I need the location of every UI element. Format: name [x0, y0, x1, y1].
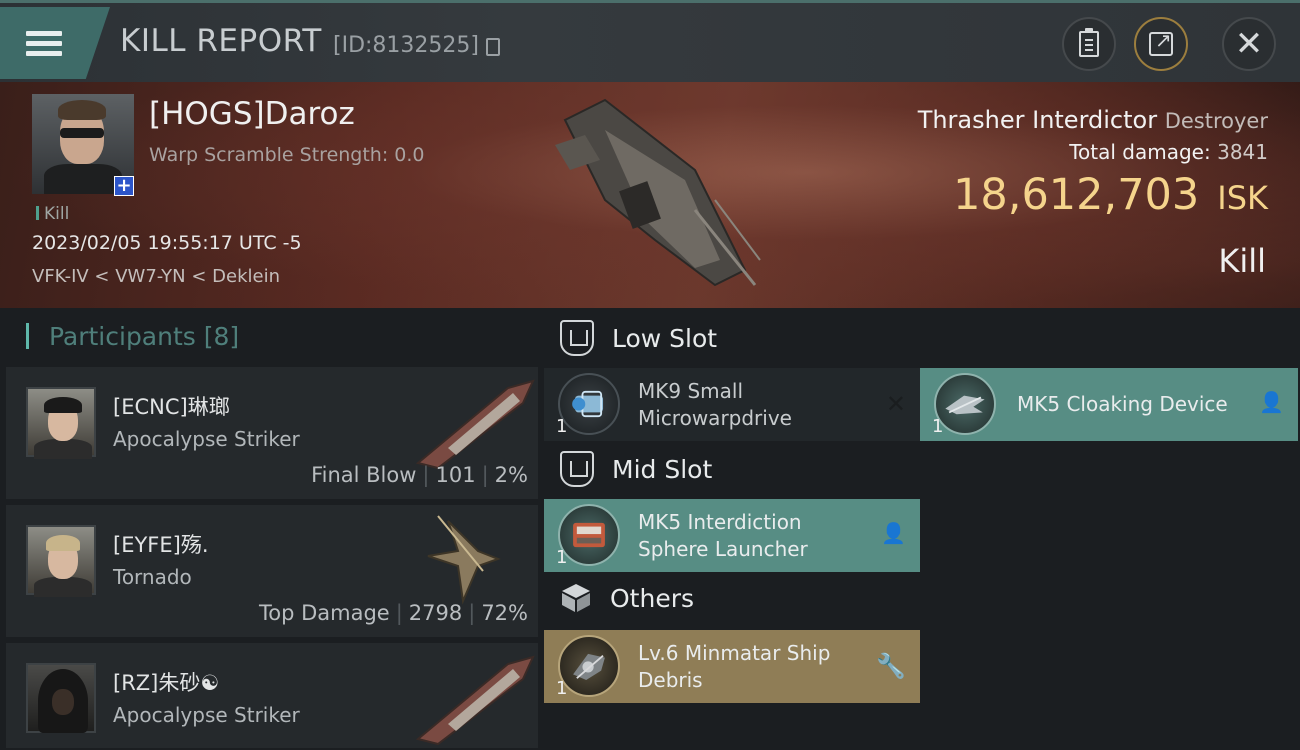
participant-row[interactable]: [EYFE]殇. Tornado Top Damage | 2798 | 72% [6, 505, 538, 639]
avatar [26, 663, 96, 733]
participant-name: [EYFE]殇. [113, 533, 209, 557]
participants-count: [8] [203, 322, 240, 351]
add-contact-icon[interactable]: + [114, 176, 134, 196]
participants-label: Participants [48, 322, 196, 351]
share-button[interactable] [1134, 17, 1188, 71]
warp-scramble-strength: Warp Scramble Strength: 0.0 [149, 144, 425, 166]
module-quantity: 1 [556, 678, 568, 699]
clipboard-icon [1079, 28, 1099, 57]
victim-ship-name[interactable]: Thrasher Interdictor Destroyer [918, 106, 1268, 134]
module-item[interactable]: 1 MK5 Cloaking Device 👤 [920, 368, 1298, 441]
close-icon: ✕ [1234, 24, 1264, 64]
stat-label: Top Damage [258, 601, 390, 625]
total-damage: Total damage: 3841 [1069, 140, 1268, 164]
dropped-person-icon: 👤 [881, 521, 906, 545]
low-slot-icon [560, 320, 594, 356]
module-name-line: Debris [638, 668, 703, 692]
damage-percent: 2% [494, 463, 528, 487]
report-id: [ID:8132525] [333, 33, 479, 58]
low-slot-header: Low Slot [560, 320, 717, 356]
module-name: MK5 Cloaking Device [1017, 391, 1228, 418]
module-name-line: Lv.6 Minmatar Ship [638, 641, 831, 665]
module-item[interactable]: 1 Lv.6 Minmatar Ship Debris 🔧 [544, 630, 920, 703]
kill-timestamp: 2023/02/05 19:55:17 UTC -5 [32, 232, 302, 254]
participant-stats: Top Damage | 2798 | 72% [258, 601, 528, 625]
kill-location[interactable]: VFK-IV < VW7-YN < Deklein [32, 266, 280, 287]
page-title: KILL REPORT [120, 23, 322, 59]
share-icon [1149, 28, 1173, 56]
module-name-line: Sphere Launcher [638, 537, 808, 561]
participant-ship-icon [415, 655, 535, 745]
participant-row[interactable]: [ECNC]琳瑯 Apocalypse Striker Final Blow | 1… [6, 367, 538, 501]
wrench-icon: 🔧 [876, 652, 906, 680]
participant-stats: Final Blow | 101 | 2% [311, 463, 528, 487]
ship-class: Destroyer [1164, 109, 1268, 133]
module-name-line: MK5 Interdiction [638, 510, 802, 534]
module-name-line: MK9 Small [638, 379, 743, 403]
isk-value: 18,612,703 ISK [953, 170, 1268, 220]
module-quantity: 1 [556, 547, 568, 568]
clipboard-button[interactable] [1062, 17, 1116, 71]
damage-value: 2798 [408, 601, 463, 625]
menu-button[interactable] [0, 7, 110, 79]
participant-ship: Tornado [113, 565, 192, 589]
dropped-person-icon: 👤 [1259, 390, 1284, 414]
module-quantity: 1 [556, 416, 568, 437]
module-item[interactable]: 1 MK9 Small Microwarpdrive ✕ [544, 368, 920, 441]
kill-result: Kill [1218, 242, 1266, 280]
participants-header: Participants [8] [26, 322, 239, 351]
ship-type: Thrasher Interdictor [917, 106, 1158, 134]
module-name: MK9 Small Microwarpdrive [638, 378, 792, 432]
low-slot-label: Low Slot [612, 323, 718, 353]
stat-label: Final Blow [311, 463, 417, 487]
total-damage-value: 3841 [1217, 140, 1268, 164]
close-button[interactable]: ✕ [1222, 17, 1276, 71]
module-item[interactable]: 1 MK5 Interdiction Sphere Launcher 👤 [544, 499, 920, 572]
cube-icon [562, 584, 590, 612]
participant-name: [RZ]朱砂☯ [113, 671, 220, 695]
victim-banner: + [HOGS]Daroz Warp Scramble Strength: 0.… [0, 82, 1300, 308]
victim-ship-icon [555, 98, 761, 287]
avatar [26, 387, 96, 459]
participant-ship: Apocalypse Striker [113, 427, 300, 451]
mid-slot-header: Mid Slot [560, 451, 712, 487]
others-header: Others [560, 582, 694, 614]
module-name: MK5 Interdiction Sphere Launcher [638, 509, 808, 563]
kill-tag: Kill [36, 204, 69, 224]
participant-name: [ECNC]琳瑯 [113, 395, 230, 419]
mid-slot-icon [560, 451, 594, 487]
avatar [26, 525, 96, 597]
participant-ship-icon [415, 379, 535, 469]
isk-amount: 18,612,703 [953, 170, 1200, 220]
victim-name[interactable]: [HOGS]Daroz [149, 96, 355, 132]
damage-percent: 72% [481, 601, 528, 625]
mid-slot-label: Mid Slot [612, 454, 713, 484]
top-bar: KILL REPORT [ID:8132525] ✕ [0, 0, 1300, 82]
module-name-line: MK5 Cloaking Device [1017, 392, 1228, 416]
module-quantity: 1 [932, 416, 944, 437]
module-name-line: Microwarpdrive [638, 406, 792, 430]
total-damage-label: Total damage: [1069, 140, 1211, 164]
participant-ship-icon [427, 515, 501, 605]
participant-row[interactable]: [RZ]朱砂☯ Apocalypse Striker [6, 643, 538, 750]
isk-unit: ISK [1217, 179, 1268, 217]
hamburger-icon [26, 26, 62, 61]
module-name: Lv.6 Minmatar Ship Debris [638, 640, 830, 694]
destroyed-icon: ✕ [885, 390, 906, 418]
participant-ship: Apocalypse Striker [113, 703, 300, 727]
damage-value: 101 [435, 463, 476, 487]
others-label: Others [610, 583, 695, 613]
copy-id-icon[interactable] [486, 38, 500, 56]
